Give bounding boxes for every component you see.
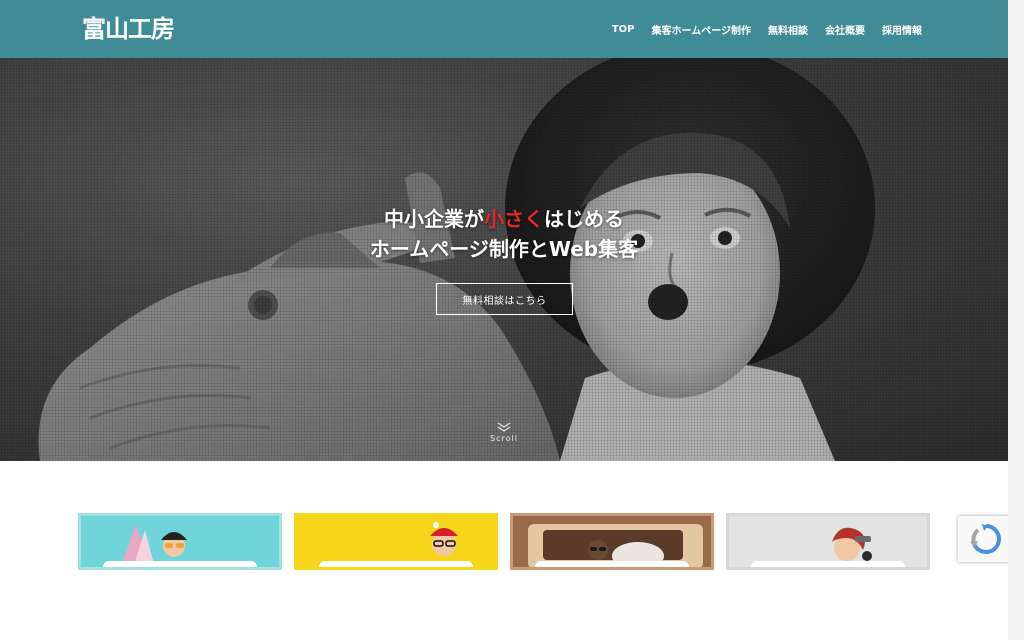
feature-card-3[interactable] bbox=[510, 513, 714, 570]
nav-item-company-profile[interactable]: 会社概要 bbox=[825, 22, 865, 37]
recaptcha-badge[interactable] bbox=[958, 516, 1014, 562]
scroll-label: Scroll bbox=[490, 434, 518, 443]
hero-title: 中小企業が小さくはじめる ホームページ制作とWeb集客 bbox=[0, 204, 1008, 264]
nav-item-free-consultation[interactable]: 無料相談 bbox=[768, 22, 808, 37]
feature-card-1[interactable] bbox=[78, 513, 282, 570]
card-3-label-box bbox=[535, 561, 689, 567]
card-1-label-box bbox=[103, 561, 257, 567]
hero-title-line1-pre: 中小企業が bbox=[384, 207, 484, 231]
card-4-label-box bbox=[751, 561, 905, 567]
nav-item-top[interactable]: TOP bbox=[612, 24, 635, 35]
hero-title-accent: 小さく bbox=[484, 207, 544, 231]
free-consultation-button[interactable]: 無料相談はこちら bbox=[436, 283, 573, 315]
recaptcha-icon bbox=[970, 524, 1001, 554]
hero-title-line2: ホームページ制作とWeb集客 bbox=[369, 237, 639, 261]
card-2-label-box bbox=[319, 561, 473, 567]
main-nav: TOP 集客ホームページ制作 無料相談 会社概要 採用情報 bbox=[595, 0, 922, 58]
site-header: 富山工房 TOP 集客ホームページ制作 無料相談 会社概要 採用情報 bbox=[0, 0, 1008, 58]
page-scrollbar[interactable] bbox=[1008, 0, 1024, 640]
feature-card-4[interactable] bbox=[726, 513, 930, 570]
feature-card-2[interactable] bbox=[294, 513, 498, 570]
nav-item-homepage-production[interactable]: 集客ホームページ制作 bbox=[652, 22, 752, 37]
hero-title-line1-post: はじめる bbox=[544, 207, 624, 231]
hero-section: 中小企業が小さくはじめる ホームページ制作とWeb集客 無料相談はこちら Scr… bbox=[0, 58, 1008, 461]
double-chevron-down-icon bbox=[497, 422, 511, 432]
hero-title-line1: 中小企業が小さくはじめる bbox=[0, 204, 1008, 234]
feature-cards bbox=[78, 513, 930, 570]
nav-item-recruitment[interactable]: 採用情報 bbox=[882, 22, 922, 37]
site-logo[interactable]: 富山工房 bbox=[82, 14, 175, 44]
page-bottom bbox=[0, 570, 1024, 640]
scroll-indicator[interactable]: Scroll bbox=[484, 422, 524, 443]
